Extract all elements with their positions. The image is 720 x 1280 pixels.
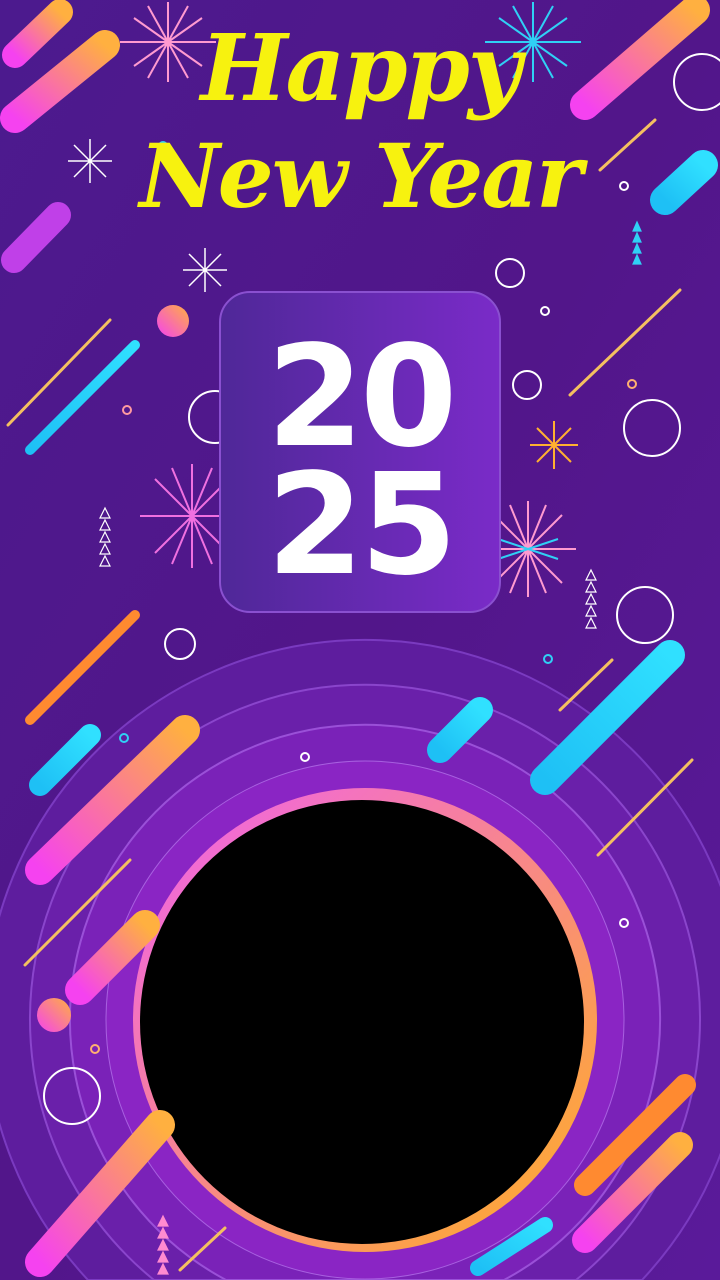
- photo-frame[interactable]: [140, 800, 584, 1244]
- year-bottom-digits: 25: [266, 444, 458, 607]
- greeting-line-1: Happy: [200, 14, 522, 122]
- greeting-line-2: New Year: [139, 124, 582, 228]
